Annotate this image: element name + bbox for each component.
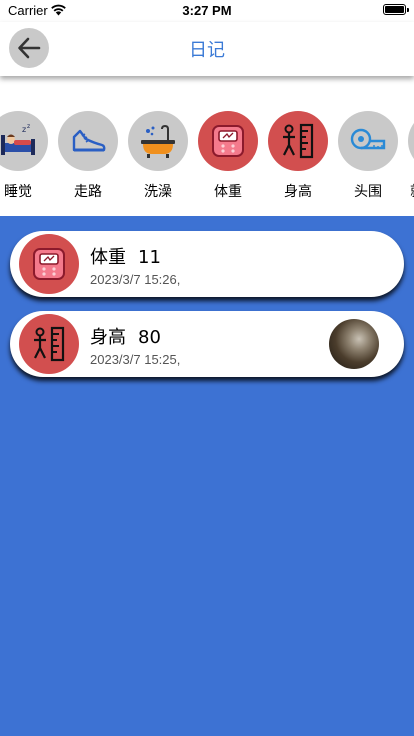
category-head-circumference[interactable]: 头围 <box>338 111 398 201</box>
svg-text:z: z <box>22 125 26 134</box>
record-photo-thumbnail[interactable] <box>329 319 379 369</box>
record-time: 2023/3/7 15:26, <box>90 272 181 287</box>
svg-text:z: z <box>27 123 30 130</box>
record-name: 身高 <box>90 327 126 348</box>
category-label: 睡觉 <box>4 184 32 200</box>
category-sleep[interactable]: z z 睡觉 <box>0 111 48 201</box>
sneaker-icon <box>72 129 106 152</box>
height-ruler-icon <box>283 123 314 159</box>
page-title: 日记 <box>189 40 225 61</box>
status-bar: Carrier 3:27 PM <box>0 0 414 22</box>
category-selector: z z 睡觉 走路 洗澡 体重 身高 头围 <box>0 76 414 216</box>
height-ruler-icon <box>34 326 65 362</box>
category-bath[interactable]: 洗澡 <box>128 111 188 201</box>
category-label: 体重 <box>214 184 242 200</box>
record-card-height[interactable]: 身高 80 2023/3/7 15:25, <box>10 311 404 377</box>
category-label: 就 <box>408 181 414 201</box>
category-walk[interactable]: 走路 <box>58 111 118 201</box>
bed-icon: z z <box>1 123 35 155</box>
tape-measure-icon <box>350 128 386 150</box>
scale-icon <box>33 248 65 280</box>
records-list: 体重 11 2023/3/7 15:26, 身高 80 2023/3/7 15:25… <box>0 216 414 736</box>
category-height[interactable]: 身高 <box>268 111 328 201</box>
category-label: 身高 <box>284 184 312 200</box>
status-time: 3:27 PM <box>182 3 232 18</box>
category-partial[interactable]: 就 <box>408 111 414 201</box>
category-label: 洗澡 <box>144 184 172 200</box>
category-label: 走路 <box>74 184 102 200</box>
record-card-weight[interactable]: 体重 11 2023/3/7 15:26, <box>10 231 404 297</box>
category-label: 头围 <box>354 184 382 200</box>
bathtub-icon <box>141 124 175 158</box>
category-weight[interactable]: 体重 <box>198 111 258 201</box>
battery-icon <box>383 4 406 15</box>
scale-icon <box>212 125 244 157</box>
record-value: 80 <box>138 327 161 348</box>
record-time: 2023/3/7 15:25, <box>90 352 181 367</box>
nav-bar: 日记 <box>0 22 414 76</box>
record-value: 11 <box>138 247 161 268</box>
record-name: 体重 <box>90 247 126 268</box>
